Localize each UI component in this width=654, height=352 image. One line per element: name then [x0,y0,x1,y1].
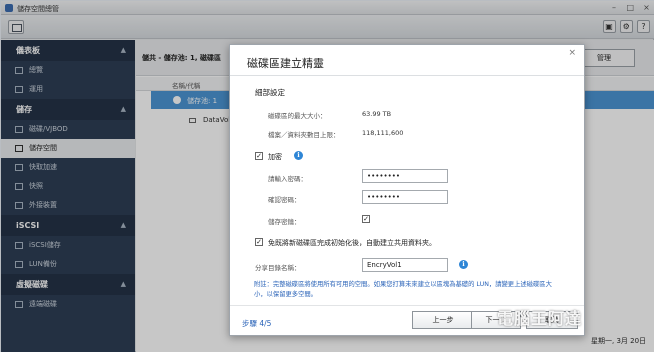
create-share-label: 免既將新磁碟區完成初始化後，自動建立共用資料夾。 [268,239,436,247]
max-files-value: 118,111,600 [362,129,404,137]
max-size-value: 63.99 TB [362,110,392,118]
volume-creation-wizard-dialog: 磁碟區建立精靈 × 細部設定 磁碟區的最大大小： 63.99 TB 檔案／資料夾… [229,44,585,336]
save-key-checkbox[interactable]: ✓ [362,215,370,223]
password-label: 請輸入密碼： [268,175,307,183]
share-name-label: 分享目錄名稱： [255,264,301,272]
confirm-password-label: 確認密碼： [268,196,301,204]
encrypt-label: 加密 [268,153,282,161]
step-indicator: 步驟 4/5 [242,319,272,328]
app-window: 儲存空間總管 – □ × ▣ ⚙ ? 儀表板 ▲ 總覽 運用 儲存 ▲ 磁碟/VJB… [0,0,654,352]
dialog-title: 磁碟區建立精靈 [247,57,324,70]
info-icon[interactable]: i [459,260,468,269]
info-icon[interactable]: i [294,151,303,160]
back-button[interactable]: 上一步 [412,311,474,329]
save-key-label: 儲存密鑰： [268,218,301,226]
status-date: 星期一, 3月 20日 [591,337,647,345]
note-text: 附註：完整磁碟區將使用所有可用的空間。如果您打算未來建立以區塊為基礎的 LUN，… [254,281,552,298]
share-name-input[interactable]: EncryVol1 [362,258,448,272]
create-share-checkbox[interactable]: ✓ [255,238,263,246]
section-title: 細部設定 [255,88,285,97]
encrypt-checkbox[interactable]: ✓ [255,152,263,160]
dialog-body: 細部設定 磁碟區的最大大小： 63.99 TB 檔案／資料夾數目上限： 118,… [230,76,584,305]
watermark: 電腦王阿達 [497,309,583,328]
close-icon[interactable]: × [568,48,576,58]
max-files-label: 檔案／資料夾數目上限： [268,131,340,139]
confirm-password-field[interactable]: •••••••• [362,190,448,204]
max-size-label: 磁碟區的最大大小： [268,112,327,120]
password-field[interactable]: •••••••• [362,169,448,183]
